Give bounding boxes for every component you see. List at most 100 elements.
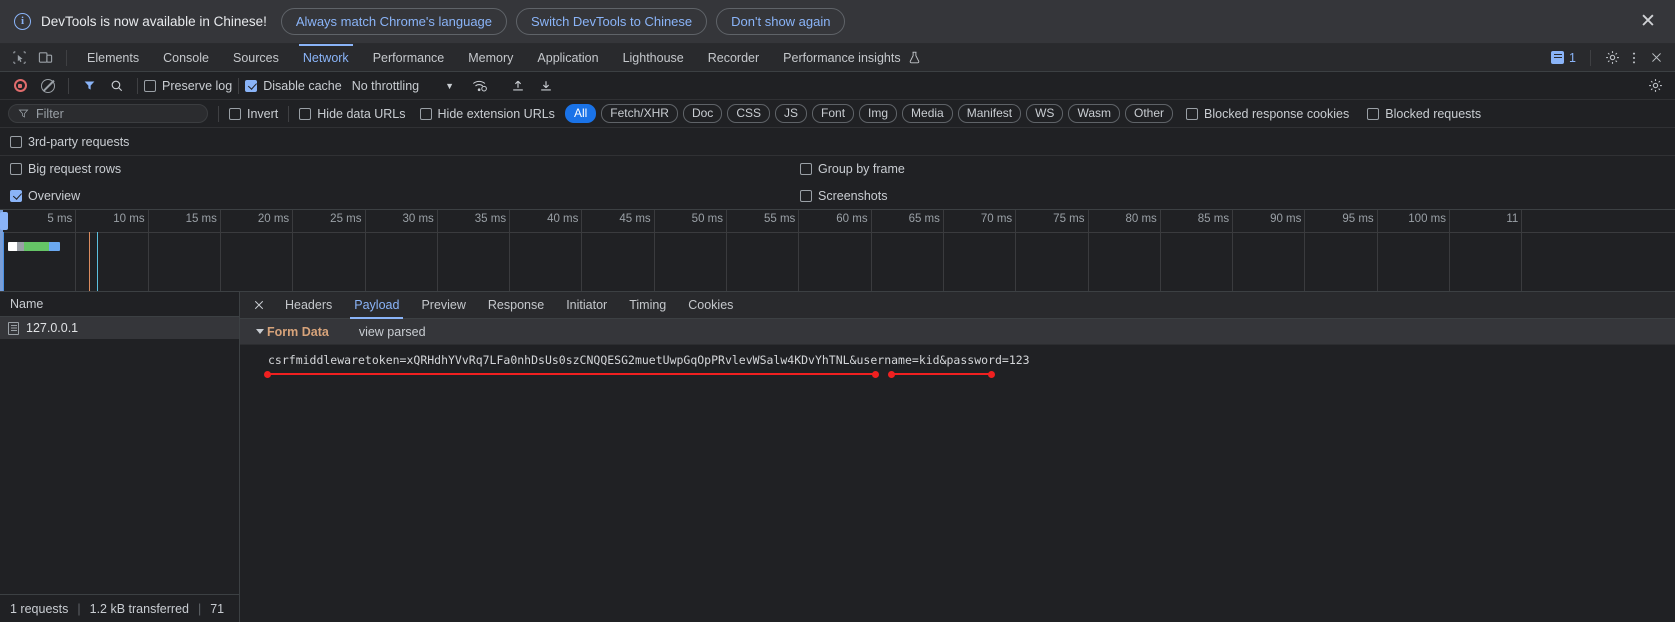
timeline-tick: 35 ms (475, 210, 511, 291)
tab-performance[interactable]: Performance (361, 44, 457, 72)
type-filter-fetch-xhr[interactable]: Fetch/XHR (601, 104, 678, 123)
big-request-rows-checkbox[interactable]: Big request rows (10, 162, 121, 176)
timeline-tick: 90 ms (1270, 210, 1306, 291)
screenshots-checkbox-box (800, 189, 812, 202)
tab-initiator[interactable]: Initiator (555, 292, 618, 319)
network-overview-timeline[interactable]: 5 ms 10 ms 15 ms 20 ms 25 ms 30 ms 35 ms 40 ms 4… (0, 209, 1675, 292)
tab-timing[interactable]: Timing (618, 292, 677, 319)
invert-checkbox-box (229, 107, 241, 120)
tab-memory[interactable]: Memory (456, 44, 525, 72)
tab-elements[interactable]: Elements (75, 44, 151, 72)
chevron-down-icon[interactable]: ▼ (445, 81, 454, 91)
tab-response[interactable]: Response (477, 292, 555, 319)
annotation-dot-left-1 (264, 370, 271, 378)
close-icon[interactable] (244, 292, 274, 318)
overview-window-left-handle[interactable] (0, 212, 8, 230)
type-filter-all[interactable]: All (564, 104, 597, 123)
throttling-select[interactable]: No throttling (352, 79, 419, 93)
type-filter-css[interactable]: CSS (727, 104, 770, 123)
network-settings-gear-icon[interactable] (1641, 74, 1669, 98)
search-input[interactable]: Filter (8, 104, 208, 123)
export-har-icon[interactable] (532, 74, 560, 98)
timeline-tick-label: 10 ms (113, 213, 145, 225)
tab-console[interactable]: Console (151, 44, 221, 72)
type-filter-manifest[interactable]: Manifest (957, 104, 1022, 123)
tab-preview[interactable]: Preview (410, 292, 476, 319)
big-request-rows-checkbox-box (10, 163, 22, 175)
tab-network[interactable]: Network (291, 43, 361, 72)
tabbar-right-controls: 1 (1551, 46, 1675, 70)
form-data-raw-value[interactable]: csrfmiddlewaretoken=xQRHdhYVvRq7LFa0nhDs… (268, 353, 1675, 367)
annotation-dot-right-2 (988, 370, 995, 378)
clear-network-log-icon[interactable] (34, 74, 62, 98)
group-by-frame-checkbox[interactable]: Group by frame (800, 162, 905, 176)
invert-checkbox[interactable]: Invert (229, 107, 278, 121)
timeline-ruler: 5 ms 10 ms 15 ms 20 ms 25 ms 30 ms 35 ms 40 ms 4… (0, 210, 1675, 291)
filter-funnel-icon (18, 109, 29, 118)
tab-sources[interactable]: Sources (221, 44, 291, 72)
tab-application[interactable]: Application (525, 44, 610, 72)
type-filter-js[interactable]: JS (775, 104, 808, 123)
tab-headers[interactable]: Headers (274, 292, 343, 319)
timeline-tick-label: 65 ms (908, 213, 940, 225)
hide-data-urls-checkbox[interactable]: Hide data URLs (299, 107, 406, 121)
devtools-tabbar: Elements Console Sources Network Perform… (0, 43, 1675, 72)
blocked-response-cookies-checkbox[interactable]: Blocked response cookies (1186, 107, 1349, 121)
blocked-requests-checkbox[interactable]: Blocked requests (1367, 107, 1481, 121)
infobar-close-icon[interactable]: ✕ (1635, 9, 1661, 35)
blocked-requests-checkbox-box (1367, 107, 1380, 120)
form-data-disclosure[interactable]: Form Data (256, 325, 329, 339)
group-by-frame-checkbox-box (800, 163, 812, 175)
tab-recorder[interactable]: Recorder (696, 44, 771, 72)
dom-content-loaded-line (3, 232, 4, 291)
type-filter-media[interactable]: Media (902, 104, 953, 123)
filter-funnel-icon[interactable] (75, 74, 103, 98)
tab-performance-insights[interactable]: Performance insights (771, 44, 904, 72)
type-filter-doc[interactable]: Doc (682, 104, 723, 123)
requests-footer-summary: 1 requests | 1.2 kB transferred | 71 (0, 594, 239, 622)
screenshots-label: Screenshots (818, 188, 888, 203)
third-party-requests-checkbox[interactable]: 3rd-party requests (10, 135, 129, 149)
type-filter-img[interactable]: Img (859, 104, 898, 123)
tab-payload[interactable]: Payload (343, 292, 410, 319)
timeline-tick-label: 70 ms (980, 213, 1013, 225)
timeline-tick-label: 50 ms (691, 213, 723, 225)
type-filter-font[interactable]: Font (812, 104, 855, 123)
overview-checkbox[interactable]: Overview (10, 189, 80, 203)
tab-cookies[interactable]: Cookies (677, 292, 744, 319)
timeline-tick-label: 35 ms (474, 213, 507, 225)
timeline-tick: 60 ms (836, 210, 872, 291)
type-filter-wasm[interactable]: Wasm (1068, 104, 1120, 123)
bar-segment-queueing (8, 242, 17, 251)
requests-list: 127.0.0.1 (0, 317, 239, 594)
requests-column-header[interactable]: Name (0, 292, 239, 317)
type-filter-ws[interactable]: WS (1026, 104, 1064, 123)
view-parsed-link[interactable]: view parsed (359, 325, 426, 339)
import-har-icon[interactable] (504, 74, 532, 98)
inspect-element-icon[interactable] (6, 46, 32, 70)
more-vertical-icon[interactable] (1625, 46, 1643, 70)
network-conditions-icon[interactable] (466, 74, 494, 98)
hide-extension-urls-checkbox[interactable]: Hide extension URLs (419, 107, 555, 121)
dont-show-again-button[interactable]: Don't show again (716, 8, 846, 35)
screenshots-checkbox[interactable]: Screenshots (800, 189, 887, 203)
footer-transferred: 1.2 kB transferred (89, 601, 189, 616)
form-data-title: Form Data (267, 324, 329, 339)
timeline-tick: 50 ms (692, 210, 727, 291)
record-stop-icon[interactable] (6, 74, 34, 98)
switch-to-chinese-button[interactable]: Switch DevTools to Chinese (516, 8, 708, 35)
disable-cache-checkbox[interactable]: Disable cache (245, 79, 342, 93)
timeline-tick: 10 ms (113, 210, 149, 291)
always-match-language-button[interactable]: Always match Chrome's language (280, 8, 508, 35)
device-toolbar-icon[interactable] (32, 46, 58, 70)
table-row[interactable]: 127.0.0.1 (0, 317, 239, 339)
hide-data-urls-checkbox-box (299, 107, 312, 120)
gear-icon[interactable] (1599, 46, 1625, 70)
console-message-badge[interactable]: 1 (1551, 51, 1576, 65)
close-devtools-icon[interactable] (1643, 46, 1669, 70)
search-icon[interactable] (103, 74, 131, 98)
blocked-response-cookies-checkbox-box (1186, 107, 1199, 120)
type-filter-other[interactable]: Other (1125, 104, 1174, 123)
tab-lighthouse[interactable]: Lighthouse (611, 44, 696, 72)
preserve-log-checkbox[interactable]: Preserve log (144, 79, 232, 93)
